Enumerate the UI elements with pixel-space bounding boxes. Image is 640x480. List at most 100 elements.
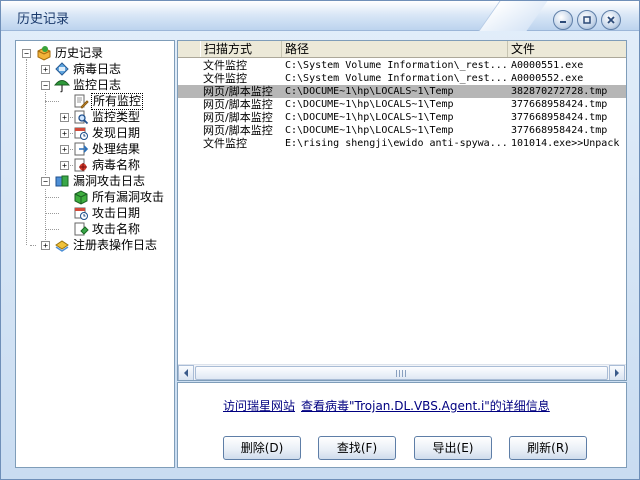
tree-label: 病毒日志 — [73, 61, 122, 76]
find-button[interactable]: 查找(F) — [318, 436, 396, 460]
tree-node-result[interactable]: 处理结果 — [73, 141, 141, 157]
cell-file: 101014.exe>>Unpack — [511, 138, 620, 149]
tree-node-all-exploits[interactable]: 所有漏洞攻击 — [73, 189, 165, 205]
tree-label: 监控类型 — [92, 109, 141, 124]
attack-name-icon — [74, 222, 89, 236]
detail-panel: 访问瑞星网站 查看病毒"Trojan.DL.VBS.Agent.i"的详细信息 删… — [177, 382, 627, 468]
export-button[interactable]: 导出(E) — [414, 436, 492, 460]
tree-node-monitor-type[interactable]: 监控类型 — [73, 109, 141, 125]
virus-info-link[interactable]: 查看病毒"Trojan.DL.VBS.Agent.i"的详细信息 — [301, 399, 550, 413]
umbrella-icon — [54, 80, 70, 93]
column-header-scan-mode[interactable]: 扫描方式 — [200, 41, 282, 57]
tree-label: 发现日期 — [92, 125, 141, 140]
tree-collapse-exploit-log[interactable]: − — [41, 177, 50, 186]
tree-root-collapse[interactable]: − — [22, 49, 31, 58]
minimize-button[interactable] — [553, 10, 573, 30]
tree-node-virus-log[interactable]: 病毒日志 — [54, 61, 122, 77]
calendar-clock-icon — [74, 207, 88, 220]
tree-label: 病毒名称 — [92, 157, 141, 172]
tree-expand-found-date[interactable]: + — [60, 129, 69, 138]
tree-expand-monitor-type[interactable]: + — [60, 113, 69, 122]
tree-label: 攻击日期 — [92, 205, 141, 220]
tree-node-found-date[interactable]: 发现日期 — [73, 125, 141, 141]
cell-path: C:\System Volume Information\_rest... — [285, 73, 507, 84]
close-icon — [607, 16, 615, 24]
table-row[interactable]: 网页/脚本监控 C:\DOCUME~1\hp\LOCALS~1\Temp 37766… — [178, 124, 626, 137]
tree-node-virus-name[interactable]: 病毒名称 — [73, 157, 141, 173]
maximize-icon — [583, 16, 591, 24]
tree-node-all-monitor[interactable]: 所有监控 — [73, 92, 144, 110]
title-bar[interactable]: 历史记录 — [1, 1, 639, 31]
cell-file: A0000551.exe — [511, 60, 584, 71]
tree-label: 历史记录 — [55, 45, 104, 60]
cell-file: 377668958424.tmp — [511, 125, 608, 136]
tree-node-registry-log[interactable]: 注册表操作日志 — [54, 237, 158, 253]
column-header-file[interactable]: 文件 — [508, 41, 626, 57]
cell-scan-mode: 文件监控 — [203, 59, 247, 72]
maximize-button[interactable] — [577, 10, 597, 30]
tree-label: 注册表操作日志 — [73, 237, 158, 252]
horizontal-scrollbar[interactable] — [178, 364, 626, 380]
tree-node-exploit-log[interactable]: 漏洞攻击日志 — [54, 173, 146, 189]
cell-file: 382870272728.tmp — [511, 86, 608, 97]
title-decoration — [478, 1, 548, 31]
monitor-log-list[interactable]: 扫描方式 路径 文件 文件监控 C:\System Volume Informat… — [177, 40, 627, 381]
tree-label: 漏洞攻击日志 — [73, 173, 146, 188]
tree-node-attack-date[interactable]: 攻击日期 — [73, 205, 141, 221]
history-box-icon — [37, 46, 51, 61]
magnifier-document-icon — [74, 110, 89, 125]
column-header-path[interactable]: 路径 — [282, 41, 508, 57]
visit-site-link[interactable]: 访问瑞星网站 — [223, 399, 295, 413]
history-window: 历史记录 − 历史记录 + 病毒日志 − 监控日志 所有监控 + 监控类型 + … — [0, 0, 640, 480]
tree-label: 所有监控 — [91, 92, 144, 110]
minimize-icon — [560, 21, 566, 23]
tree-collapse-monitor-log[interactable]: − — [41, 81, 50, 90]
table-row[interactable]: 网页/脚本监控 C:\DOCUME~1\hp\LOCALS~1\Temp 37766… — [178, 111, 626, 124]
cell-path: C:\DOCUME~1\hp\LOCALS~1\Temp — [285, 112, 454, 123]
table-row[interactable]: 文件监控 C:\System Volume Information\_rest..… — [178, 72, 626, 85]
scroll-right-icon — [615, 369, 619, 377]
cell-path: C:\DOCUME~1\hp\LOCALS~1\Temp — [285, 86, 454, 97]
scroll-left-icon — [184, 369, 188, 377]
scroll-grip — [396, 370, 408, 377]
detail-links: 访问瑞星网站 查看病毒"Trojan.DL.VBS.Agent.i"的详细信息 — [223, 397, 556, 414]
delete-button[interactable]: 删除(D) — [223, 436, 301, 460]
tree-expand-virus-name[interactable]: + — [60, 161, 69, 170]
calendar-clock-icon — [74, 127, 88, 140]
cell-file: 377668958424.tmp — [511, 112, 608, 123]
tree-label: 攻击名称 — [92, 221, 141, 236]
cell-path: C:\System Volume Information\_rest... — [285, 60, 507, 71]
table-row[interactable]: 文件监控 C:\System Volume Information\_rest..… — [178, 59, 626, 72]
table-row[interactable]: 网页/脚本监控 C:\DOCUME~1\hp\LOCALS~1\Temp 37766… — [178, 98, 626, 111]
tree-label: 所有漏洞攻击 — [92, 189, 165, 204]
tree-label: 监控日志 — [73, 77, 122, 92]
refresh-button[interactable]: 刷新(R) — [509, 436, 587, 460]
tree-node-root[interactable]: 历史记录 — [36, 45, 104, 61]
tree-expand-registry-log[interactable]: + — [41, 241, 50, 250]
cell-file: 377668958424.tmp — [511, 99, 608, 110]
scroll-left-button[interactable] — [178, 365, 194, 380]
tree-expand-result[interactable]: + — [60, 145, 69, 154]
log-tree[interactable]: − 历史记录 + 病毒日志 − 监控日志 所有监控 + 监控类型 + 发现日期 … — [15, 40, 175, 468]
cell-path: E:\rising shengji\ewido anti-spywa... — [285, 138, 507, 149]
document-pen-icon — [74, 94, 89, 109]
cell-path: C:\DOCUME~1\hp\LOCALS~1\Temp — [285, 125, 454, 136]
scroll-thumb[interactable] — [195, 366, 608, 380]
cell-scan-mode: 网页/脚本监控 — [203, 85, 273, 98]
window-title: 历史记录 — [17, 12, 70, 27]
cell-scan-mode: 网页/脚本监控 — [203, 124, 273, 137]
exploit-log-icon — [55, 175, 69, 187]
tree-node-attack-name[interactable]: 攻击名称 — [73, 221, 141, 237]
cell-scan-mode: 网页/脚本监控 — [203, 98, 273, 111]
virus-log-icon — [55, 62, 69, 76]
table-row[interactable]: 文件监控 E:\rising shengji\ewido anti-spywa..… — [178, 137, 626, 150]
tree-expand-virus-log[interactable]: + — [41, 65, 50, 74]
close-button[interactable] — [601, 10, 621, 30]
cell-scan-mode: 文件监控 — [203, 72, 247, 85]
scroll-right-button[interactable] — [609, 365, 625, 380]
cell-file: A0000552.exe — [511, 73, 584, 84]
registry-icon — [55, 240, 69, 252]
green-cube-icon — [74, 190, 88, 205]
tree-node-monitor-log[interactable]: 监控日志 — [54, 77, 122, 93]
table-row[interactable]: 网页/脚本监控 C:\DOCUME~1\hp\LOCALS~1\Temp 38287… — [178, 85, 626, 98]
